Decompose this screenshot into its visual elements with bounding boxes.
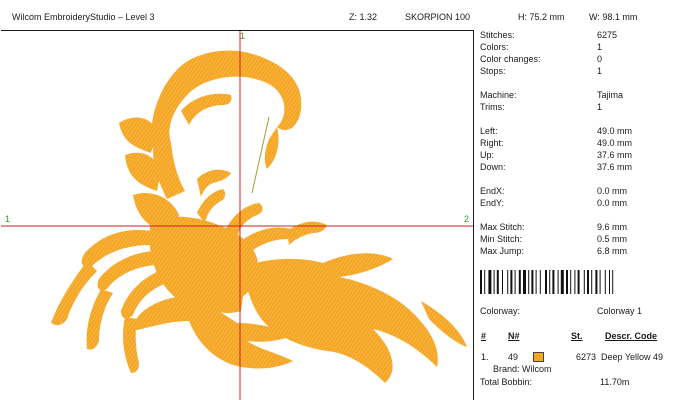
stat-value: 9.6 mm bbox=[597, 222, 628, 232]
stat-label: Colors: bbox=[480, 42, 509, 52]
design-canvas[interactable]: 1 1 2 bbox=[1, 30, 474, 400]
stat-label: Right: bbox=[480, 138, 504, 148]
app-title: Wilcom EmbroideryStudio – Level 3 bbox=[12, 12, 155, 22]
stat-row: EndX: 0.0 mm bbox=[480, 186, 688, 197]
stat-row: Max Jump: 6.8 mm bbox=[480, 246, 688, 257]
thread-row-number: 49 bbox=[508, 352, 519, 362]
stat-value: 0.0 mm bbox=[597, 186, 628, 196]
stat-value: 1 bbox=[597, 42, 603, 52]
column-header-stitches: St. bbox=[571, 331, 583, 341]
stat-value: 6275 bbox=[597, 30, 618, 40]
stat-label: Color changes: bbox=[480, 54, 541, 64]
barcode bbox=[480, 270, 614, 294]
thread-brand: Brand: Wilcom bbox=[493, 364, 552, 374]
stinger bbox=[264, 127, 279, 169]
thread-row-index: 1. bbox=[481, 352, 489, 362]
stat-row: Colors: 1 bbox=[480, 42, 688, 53]
thread-color-swatch bbox=[533, 352, 544, 362]
axis-label-top: 1 bbox=[240, 31, 246, 41]
stat-label: Stops: bbox=[480, 66, 506, 76]
stat-row: Down: 37.6 mm bbox=[480, 162, 688, 173]
column-header-number: N# bbox=[508, 331, 520, 341]
stat-label: Down: bbox=[480, 162, 506, 172]
tail-segment bbox=[181, 93, 232, 125]
stat-value: 0.0 mm bbox=[597, 198, 628, 208]
stat-label: Stitches: bbox=[480, 30, 515, 40]
stat-row: Stitches: 6275 bbox=[480, 30, 688, 41]
stat-value: 0.5 mm bbox=[597, 234, 628, 244]
stat-value: 0 bbox=[597, 54, 603, 64]
zoom-readout: Z: 1.32 bbox=[349, 12, 378, 22]
colorway-value: Colorway 1 bbox=[597, 306, 643, 316]
thread-row-description: Deep Yellow 49 bbox=[601, 352, 664, 362]
title-bar: Wilcom EmbroideryStudio – Level 3 Z: 1.3… bbox=[0, 0, 688, 30]
stat-label: EndY: bbox=[480, 198, 505, 208]
axis-label-left: 1 bbox=[5, 214, 11, 224]
stat-value: 6.8 mm bbox=[597, 246, 628, 256]
stat-row: EndY: 0.0 mm bbox=[480, 198, 688, 209]
tail-segment bbox=[119, 117, 157, 153]
stat-label: Max Stitch: bbox=[480, 222, 525, 232]
stat-row: Min Stitch: 0.5 mm bbox=[480, 234, 688, 245]
leg bbox=[241, 227, 294, 253]
column-header-index: # bbox=[481, 331, 487, 341]
design-name: SKORPION 100 bbox=[405, 12, 471, 22]
stat-value: 1 bbox=[597, 102, 603, 112]
leg bbox=[86, 289, 113, 350]
design-width: W: 98.1 mm bbox=[589, 12, 638, 22]
stat-label: Left: bbox=[480, 126, 498, 136]
total-bobbin-value: 11.70m bbox=[600, 377, 630, 387]
stat-value: 1 bbox=[597, 66, 603, 76]
stat-label: Machine: bbox=[480, 90, 517, 100]
stat-label: Max Jump: bbox=[480, 246, 525, 256]
stat-row: Color changes: 0 bbox=[480, 54, 688, 65]
stat-label: Trims: bbox=[480, 102, 505, 112]
leg bbox=[287, 221, 327, 245]
thread-row-stitches: 6273 bbox=[576, 352, 597, 362]
stat-label: EndX: bbox=[480, 186, 505, 196]
stat-label: Min Stitch: bbox=[480, 234, 523, 244]
stat-row: Left: 49.0 mm bbox=[480, 126, 688, 137]
stat-value: 37.6 mm bbox=[597, 150, 633, 160]
design-info-panel: Stitches: 6275 Colors: 1 Color changes: 0 S… bbox=[480, 30, 688, 400]
stat-value: 37.6 mm bbox=[597, 162, 633, 172]
stat-row: Stops: 1 bbox=[480, 66, 688, 77]
total-bobbin-label: Total Bobbin: bbox=[480, 377, 533, 387]
column-header-description: Descr. Code bbox=[605, 331, 658, 341]
design-height: H: 75.2 mm bbox=[518, 12, 565, 22]
stat-row: Trims: 1 bbox=[480, 102, 688, 113]
stat-value: 49.0 mm bbox=[597, 126, 633, 136]
stat-row: Right: 49.0 mm bbox=[480, 138, 688, 149]
colorway-label: Colorway: bbox=[480, 306, 521, 316]
axis-label-right: 2 bbox=[464, 214, 470, 224]
stat-row: Max Stitch: 9.6 mm bbox=[480, 222, 688, 233]
stat-value: Tajima bbox=[597, 90, 624, 100]
stat-row: Up: 37.6 mm bbox=[480, 150, 688, 161]
stat-label: Up: bbox=[480, 150, 495, 160]
stat-value: 49.0 mm bbox=[597, 138, 633, 148]
scorpion-design bbox=[1, 31, 473, 400]
stat-row: Machine: Tajima bbox=[480, 90, 688, 101]
